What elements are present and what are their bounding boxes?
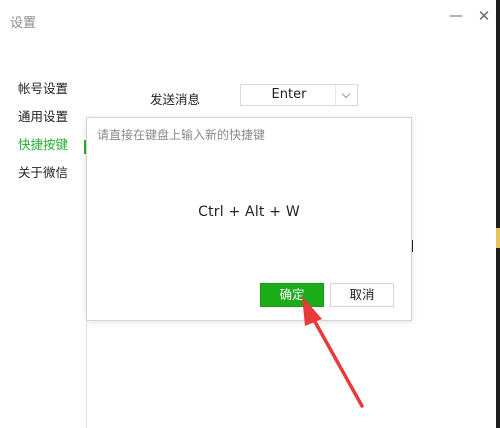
- settings-sidebar: 帐号设置 通用设置 快捷按键 关于微信: [10, 78, 86, 418]
- send-message-value: Enter: [271, 87, 307, 102]
- window-title: 设置: [10, 16, 37, 31]
- cancel-button[interactable]: 取消: [330, 283, 394, 307]
- ok-button[interactable]: 确定: [260, 283, 324, 307]
- send-message-label: 发送消息: [150, 92, 201, 107]
- window-edge: [496, 0, 500, 428]
- minimize-icon[interactable]: —: [448, 8, 464, 24]
- sidebar-item-account[interactable]: 帐号设置: [18, 80, 68, 98]
- close-icon[interactable]: ✕: [476, 8, 492, 24]
- dialog-prompt: 请直接在键盘上输入新的快捷键: [97, 128, 266, 142]
- sidebar-item-shortcuts[interactable]: 快捷按键: [18, 136, 68, 154]
- sidebar-item-about[interactable]: 关于微信: [18, 164, 68, 182]
- shortcut-display: Ctrl + Alt + W: [198, 204, 300, 220]
- sidebar-item-general[interactable]: 通用设置: [18, 108, 68, 126]
- send-message-select[interactable]: Enter: [240, 84, 358, 106]
- window-edge-accent: [496, 228, 500, 248]
- chevron-down-icon[interactable]: [335, 85, 357, 105]
- shortcut-dialog: 请直接在键盘上输入新的快捷键 Ctrl + Alt + W 确定 取消: [86, 117, 412, 321]
